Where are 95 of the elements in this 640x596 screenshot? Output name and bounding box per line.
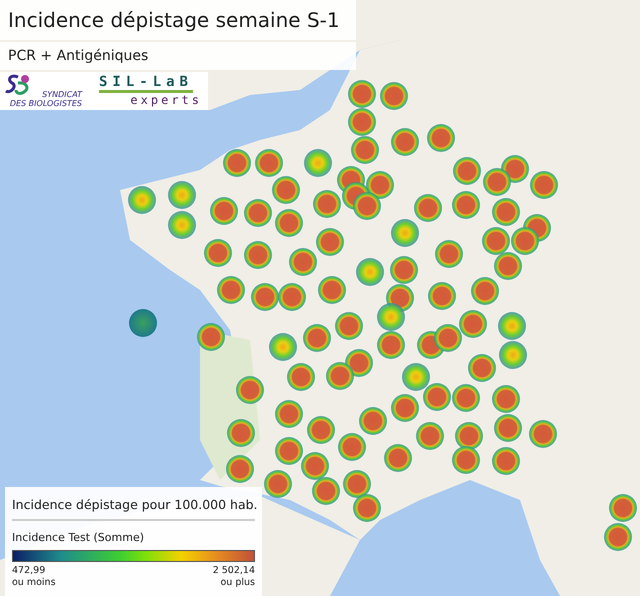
scale-min-note: ou moins xyxy=(12,577,56,589)
heat-spot xyxy=(609,494,637,522)
heat-spot xyxy=(335,312,363,340)
heat-spot xyxy=(455,422,483,450)
heat-spot xyxy=(492,447,520,475)
heat-spot xyxy=(435,240,463,268)
heat-spot xyxy=(604,523,632,551)
heat-spot xyxy=(338,433,366,461)
heat-spot xyxy=(452,384,480,412)
heat-spot xyxy=(251,283,279,311)
heat-spot xyxy=(227,419,255,447)
heat-spot xyxy=(530,171,558,199)
heat-spot xyxy=(345,349,373,377)
heat-spot xyxy=(356,258,384,286)
map-subtitle: PCR + Antigéniques xyxy=(0,42,356,70)
heat-spot xyxy=(453,157,481,185)
heat-spot xyxy=(223,149,251,177)
heat-spot xyxy=(380,82,408,110)
heat-spot xyxy=(287,363,315,391)
heat-spot xyxy=(359,407,387,435)
heat-spot xyxy=(494,252,522,280)
heat-spot xyxy=(434,324,462,352)
heat-spot xyxy=(168,181,196,209)
heat-spot xyxy=(348,80,376,108)
heat-spot xyxy=(402,363,430,391)
scale-max-value: 2 502,14 xyxy=(212,565,255,577)
heat-spot xyxy=(482,227,510,255)
heat-spot xyxy=(301,452,329,480)
heat-spot xyxy=(529,420,557,448)
heat-spot xyxy=(197,323,225,351)
heat-spot xyxy=(236,376,264,404)
heat-spot xyxy=(244,241,272,269)
heat-spot xyxy=(511,227,539,255)
heat-spot xyxy=(468,354,496,382)
heat-spot xyxy=(416,422,444,450)
scale-min-value: 472,99 xyxy=(12,565,46,577)
heat-spot xyxy=(275,209,303,237)
heat-spot xyxy=(275,400,303,428)
heat-spot xyxy=(226,455,254,483)
heat-spot xyxy=(255,149,283,177)
heat-spot xyxy=(414,194,442,222)
heat-spot xyxy=(391,394,419,422)
heat-spot xyxy=(452,446,480,474)
heat-spot xyxy=(210,197,238,225)
heat-spot xyxy=(427,124,455,152)
heat-spot xyxy=(303,324,331,352)
legend-title: Incidence dépistage pour 100.000 hab. xyxy=(12,497,255,521)
scale-max-note: ou plus xyxy=(220,577,255,589)
heat-spot xyxy=(499,341,527,369)
heat-spot xyxy=(343,470,371,498)
heat-spot xyxy=(275,437,303,465)
heat-spot xyxy=(391,128,419,156)
heat-spot xyxy=(217,276,245,304)
map-title: Incidence dépistage semaine S-1 xyxy=(0,0,356,40)
heat-spot xyxy=(312,477,340,505)
heat-spot xyxy=(366,171,394,199)
heat-spot xyxy=(318,276,346,304)
syndicat-emblem-icon xyxy=(4,74,32,96)
heat-spot xyxy=(498,312,526,340)
heat-spot xyxy=(316,228,344,256)
heat-spot xyxy=(428,282,456,310)
heat-spot xyxy=(492,385,520,413)
heat-spot xyxy=(244,199,272,227)
heat-spot xyxy=(264,470,292,498)
heat-spot xyxy=(289,248,317,276)
heat-spot xyxy=(471,277,499,305)
heat-spot xyxy=(377,331,405,359)
heat-spot xyxy=(348,108,376,136)
heat-spot xyxy=(353,494,381,522)
heat-spot xyxy=(307,416,335,444)
heat-spot xyxy=(384,444,412,472)
legend-measure: Incidence Test (Somme) xyxy=(12,531,146,544)
heat-spot xyxy=(204,239,232,267)
heat-spot xyxy=(269,333,297,361)
sil-lab-logo: SIL-LaB experts xyxy=(98,74,203,108)
heat-spot xyxy=(351,136,379,164)
heat-spot xyxy=(459,310,487,338)
heat-spot xyxy=(353,192,381,220)
heat-spot xyxy=(483,168,511,196)
syndicat-logo: SYNDICAT DES BIOLOGISTES xyxy=(2,74,82,108)
heat-spot xyxy=(272,176,300,204)
heat-spot xyxy=(129,309,157,337)
heat-spot xyxy=(452,191,480,219)
heat-spot xyxy=(391,219,419,247)
heat-spot xyxy=(304,149,332,177)
heat-spot xyxy=(492,198,520,226)
heat-spot xyxy=(423,383,451,411)
heat-spot xyxy=(128,186,156,214)
heat-spot xyxy=(168,211,196,239)
heat-spot xyxy=(278,283,306,311)
heat-spot xyxy=(313,190,341,218)
heat-spot xyxy=(494,414,522,442)
heat-spot xyxy=(390,256,418,284)
heat-spot xyxy=(326,362,354,390)
heat-spot xyxy=(377,303,405,331)
